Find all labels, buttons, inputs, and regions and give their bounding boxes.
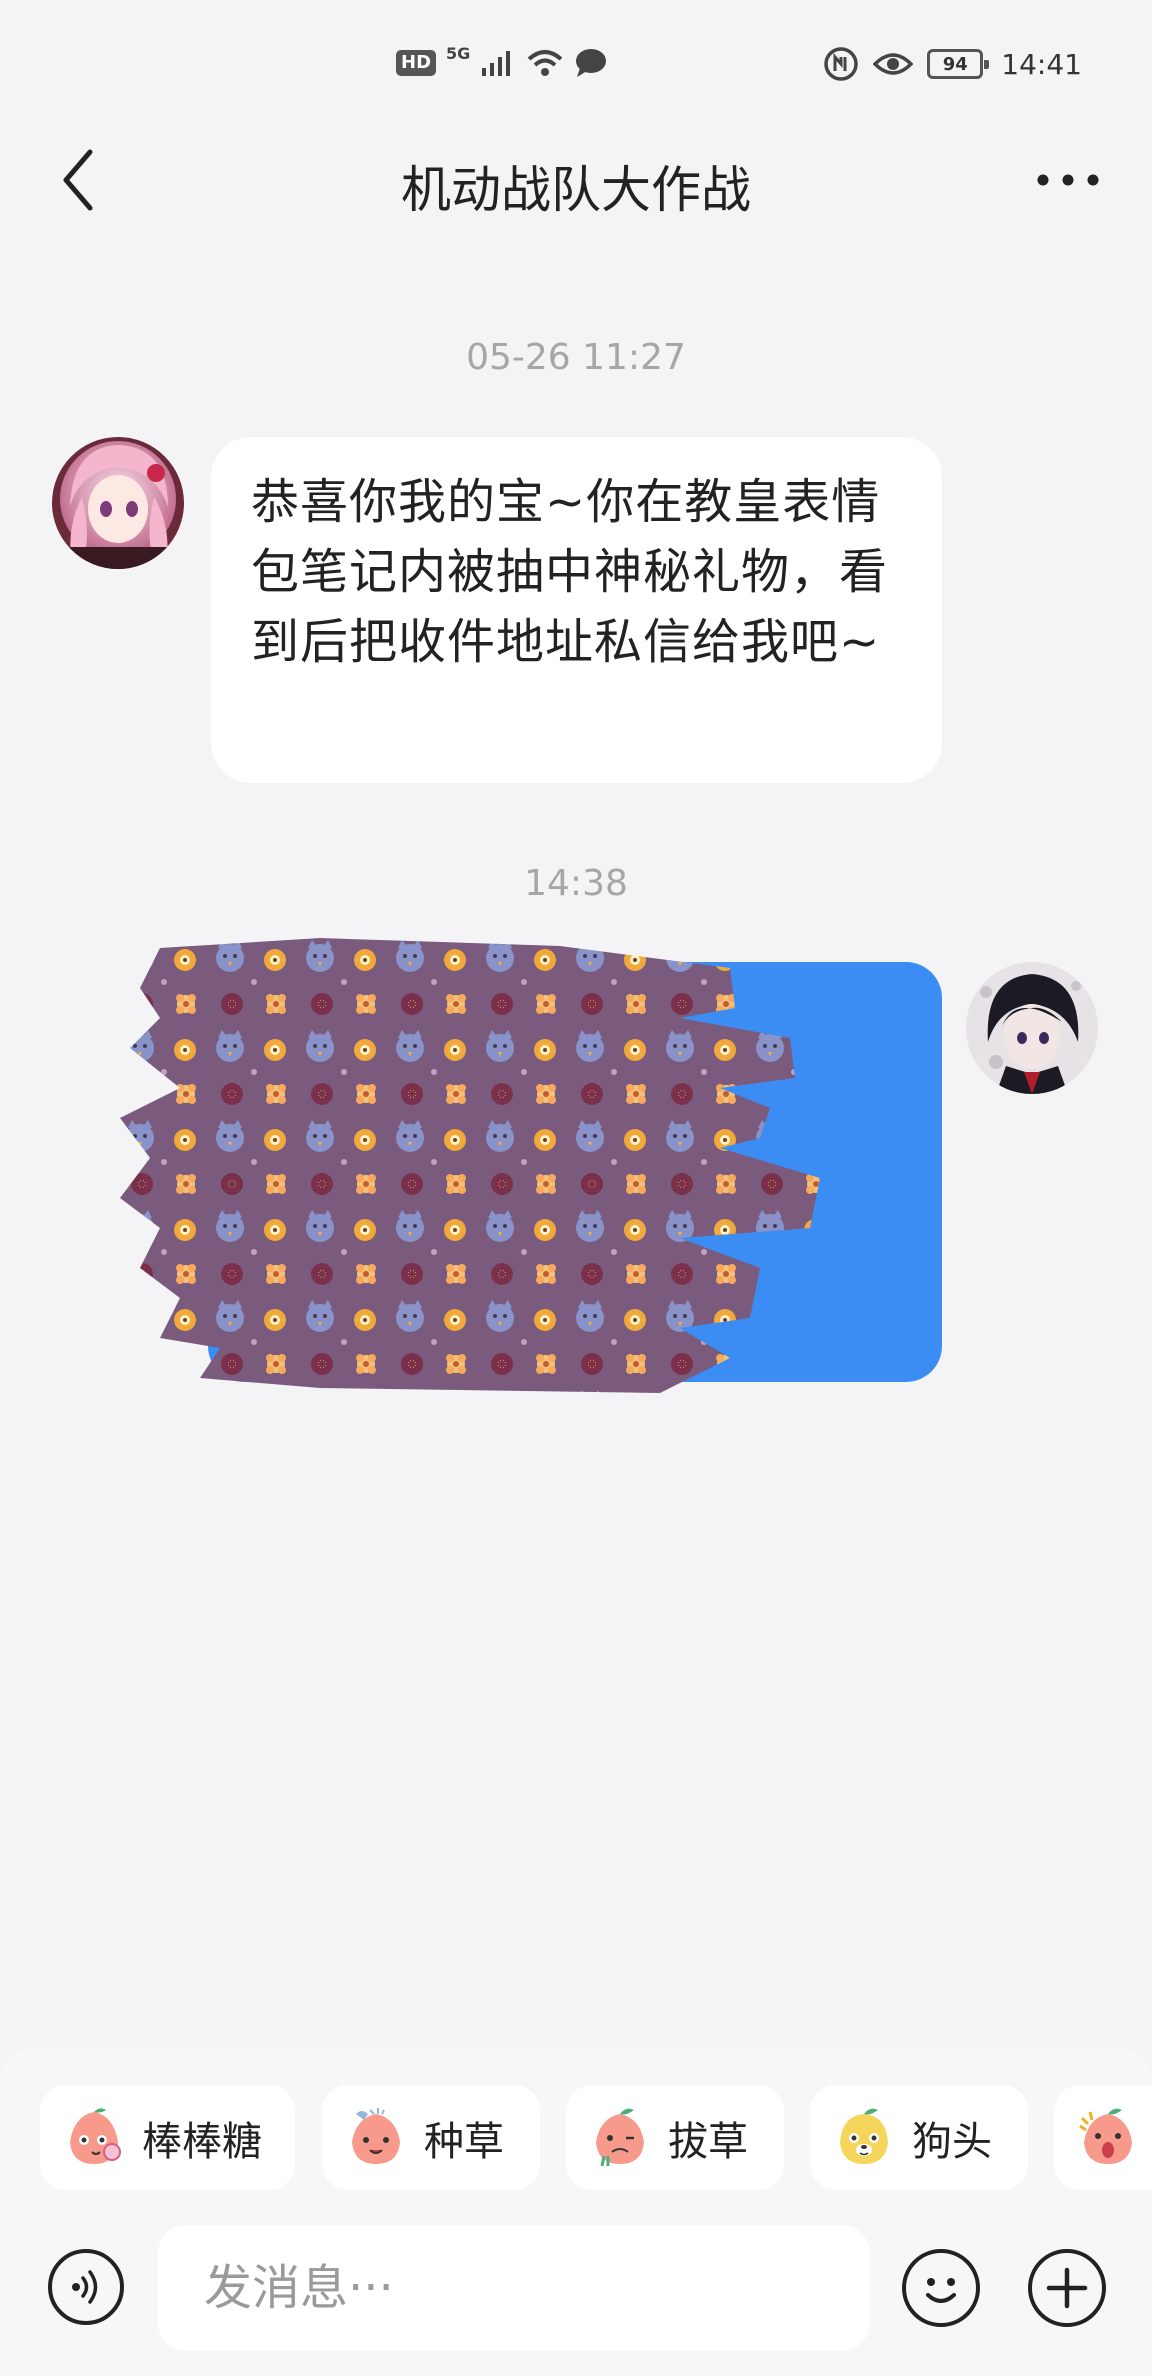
quick-reaction-dog-head[interactable]: 狗头 bbox=[810, 2085, 1028, 2190]
dark-haired-anime-boy-avatar bbox=[966, 962, 1098, 1094]
surprised-peach-icon bbox=[1079, 2108, 1132, 2164]
quick-reaction-lollipop[interactable]: 棒棒糖 bbox=[40, 2085, 295, 2190]
plus-button[interactable] bbox=[1028, 2249, 1106, 2327]
sender-avatar[interactable] bbox=[52, 437, 184, 569]
quick-reaction-label: 狗头 bbox=[912, 2118, 992, 2165]
dog-head-icon bbox=[840, 2108, 888, 2164]
message-timestamp: 05-26 11:27 bbox=[466, 337, 686, 378]
message-input[interactable] bbox=[158, 2225, 870, 2351]
more-button[interactable] bbox=[1028, 152, 1108, 208]
chat-header: 机动战队大作战 bbox=[0, 130, 1152, 230]
plant-peach-icon bbox=[352, 2107, 400, 2164]
battery-icon: 94 bbox=[927, 49, 990, 79]
quick-reaction-label: 种草 bbox=[424, 2118, 504, 2165]
nfc-icon bbox=[824, 47, 859, 81]
page-title: 机动战队大作战 bbox=[401, 161, 751, 219]
quick-reaction-surprised[interactable] bbox=[1054, 2085, 1152, 2190]
quick-reaction-plant[interactable]: 种草 bbox=[322, 2085, 540, 2190]
pink-haired-anime-girl-avatar bbox=[52, 437, 184, 569]
chat-notification-icon bbox=[576, 49, 607, 77]
network-type-label: 5G bbox=[446, 43, 471, 63]
eye-care-icon bbox=[873, 53, 914, 75]
battery-level: 94 bbox=[942, 53, 968, 75]
emoji-button[interactable] bbox=[902, 2249, 980, 2327]
more-dots-icon bbox=[1037, 174, 1099, 186]
pull-grass-peach-icon bbox=[596, 2108, 644, 2166]
my-avatar[interactable] bbox=[966, 962, 1098, 1094]
hd-icon: HD bbox=[396, 50, 437, 76]
emoji-icon bbox=[926, 2278, 956, 2303]
status-right-icons: 94 14:41 bbox=[823, 46, 1082, 82]
incoming-message-text: 恭喜你我的宝~你在教皇表情包笔记内被抽中神秘礼物，看到后把收件地址私信给我吧~ bbox=[251, 474, 889, 670]
lollipop-peach-icon bbox=[70, 2107, 121, 2164]
incoming-message-bubble[interactable]: 恭喜你我的宝~你在教皇表情包笔记内被抽中神秘礼物，看到后把收件地址私信给我吧~ bbox=[211, 437, 942, 783]
quick-reaction-label: 棒棒糖 bbox=[142, 2118, 262, 2165]
status-left-icons: HD 5G bbox=[396, 44, 608, 78]
message-timestamp: 14:38 bbox=[524, 863, 628, 904]
quick-reaction-pull-grass[interactable]: 拔草 bbox=[566, 2085, 784, 2190]
status-time: 14:41 bbox=[1001, 47, 1082, 81]
voice-button[interactable] bbox=[48, 2249, 124, 2325]
wifi-icon bbox=[527, 50, 563, 76]
status-bar: HD 5G 94 14:41 bbox=[0, 0, 1152, 130]
redacted-image-message bbox=[120, 938, 820, 1393]
quick-reaction-label: 拔草 bbox=[668, 2118, 748, 2165]
voice-icon bbox=[72, 2270, 98, 2304]
plus-icon bbox=[1046, 2267, 1088, 2309]
signal-icon bbox=[482, 51, 511, 76]
